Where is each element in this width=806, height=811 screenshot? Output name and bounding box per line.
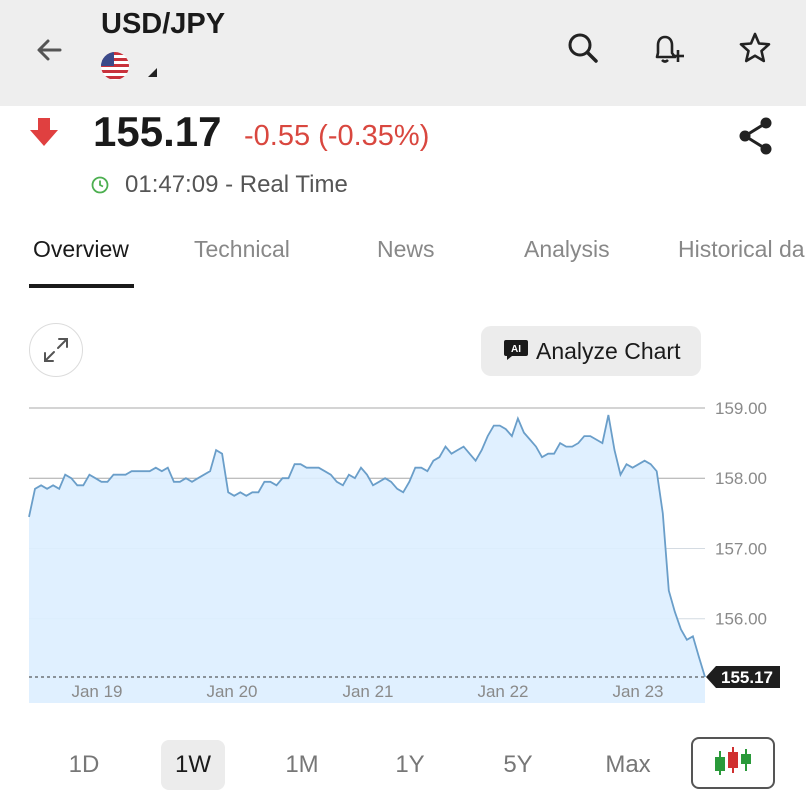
tab-technical[interactable]: Technical bbox=[194, 236, 290, 263]
y-tick-label: 159.00 bbox=[715, 399, 767, 418]
instrument-title: USD/JPY bbox=[101, 8, 226, 40]
us-flag-icon[interactable] bbox=[101, 52, 129, 80]
range-max[interactable]: Max bbox=[596, 740, 660, 790]
star-icon[interactable] bbox=[735, 28, 775, 68]
x-tick-label: Jan 23 bbox=[612, 682, 663, 701]
arrow-down-icon bbox=[30, 118, 58, 146]
current-price-label: 155.17 bbox=[721, 668, 773, 687]
expand-chart-button[interactable] bbox=[29, 323, 83, 377]
quote-time: 01:47:09 - Real Time bbox=[125, 171, 348, 198]
app-bar: USD/JPY bbox=[0, 0, 806, 106]
clock-icon bbox=[91, 176, 109, 194]
price-chart[interactable]: 159.00 158.00 157.00 156.00 155.17 Jan 19 Jan … bbox=[0, 395, 806, 715]
analyze-chart-label: Analyze Chart bbox=[536, 338, 681, 364]
svg-text:AI: AI bbox=[511, 344, 521, 355]
chevron-down-icon[interactable] bbox=[148, 68, 157, 77]
candlestick-icon bbox=[715, 747, 751, 775]
add-alert-icon[interactable] bbox=[648, 28, 688, 68]
x-tick-label: Jan 22 bbox=[477, 682, 528, 701]
price-change: -0.55 (-0.35%) bbox=[244, 120, 430, 152]
active-tab-indicator bbox=[29, 284, 134, 288]
range-1m[interactable]: 1M bbox=[270, 740, 334, 790]
ai-chat-icon: AI bbox=[504, 340, 528, 360]
y-tick-label: 157.00 bbox=[715, 539, 767, 558]
expand-icon bbox=[44, 338, 68, 362]
last-price: 155.17 bbox=[93, 108, 222, 155]
tab-overview[interactable]: Overview bbox=[33, 236, 129, 263]
range-5y[interactable]: 5Y bbox=[486, 740, 550, 790]
tab-analysis[interactable]: Analysis bbox=[524, 236, 610, 263]
tab-bar: Overview Technical News Analysis Histori… bbox=[0, 230, 806, 290]
range-1w[interactable]: 1W bbox=[161, 740, 225, 790]
search-icon[interactable] bbox=[563, 28, 603, 68]
chart-type-button[interactable] bbox=[691, 737, 775, 789]
range-1y[interactable]: 1Y bbox=[378, 740, 442, 790]
x-tick-label: Jan 19 bbox=[71, 682, 122, 701]
x-tick-label: Jan 20 bbox=[206, 682, 257, 701]
range-selector: 1D 1W 1M 1Y 5Y Max bbox=[0, 730, 806, 800]
range-1d[interactable]: 1D bbox=[52, 740, 116, 790]
share-icon[interactable] bbox=[734, 114, 778, 158]
arrow-left-icon[interactable] bbox=[30, 30, 70, 70]
y-tick-label: 158.00 bbox=[715, 469, 767, 488]
tab-news[interactable]: News bbox=[377, 236, 435, 263]
x-tick-label: Jan 21 bbox=[342, 682, 393, 701]
analyze-chart-button[interactable]: AI Analyze Chart bbox=[481, 326, 701, 376]
y-tick-label: 156.00 bbox=[715, 610, 767, 629]
tab-historical-data[interactable]: Historical da bbox=[678, 236, 805, 263]
price-area bbox=[29, 415, 705, 703]
